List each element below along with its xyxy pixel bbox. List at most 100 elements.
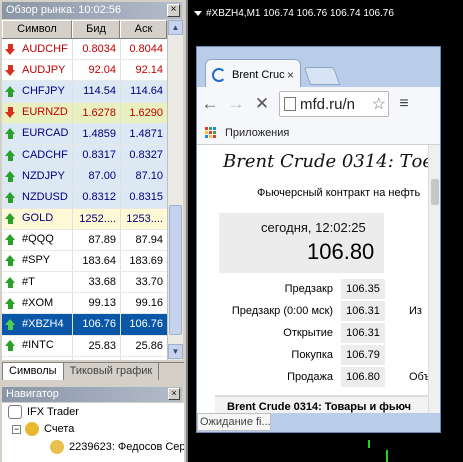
bid-cell: 25.83 [72, 335, 120, 356]
symbol-cell: NZDUSD [2, 187, 72, 207]
bookmarks-bar: Приложения [197, 121, 440, 145]
bid-cell: 92.04 [72, 60, 120, 81]
ask-cell: 183.69 [120, 250, 167, 272]
tree-item-ifx-trader[interactable]: IFX Trader [8, 403, 79, 421]
ask-cell: 1.6290 [120, 102, 167, 123]
stat-label: Предзакр [284, 283, 333, 295]
symbol-name: NZDUSD [22, 190, 68, 203]
table-row[interactable]: AUDJPY 92.04 92.14 [2, 60, 167, 82]
symbol-name: EURCAD [22, 127, 69, 140]
table-row[interactable]: AUDCHF 0.8034 0.8044 [2, 39, 167, 61]
column-header-ask[interactable]: Аск [120, 20, 167, 38]
bid-cell: 36.35 [72, 356, 120, 360]
account-icon [50, 440, 64, 454]
navigator-title-bar[interactable]: Навигатор × [2, 387, 182, 402]
stat-row: Открытие 106.31 [197, 323, 437, 343]
tab-title: Brent Cruc [232, 68, 285, 81]
table-row[interactable]: #MSFT 36.3536.37 [2, 356, 167, 360]
table-row[interactable]: NZDUSD 0.8312 0.8315 [2, 187, 167, 209]
table-row[interactable]: CADCHF 0.8317 0.8327 [2, 144, 167, 167]
table-row[interactable]: #T 33.68 33.70 [2, 272, 167, 294]
table-row[interactable]: #INTC 25.83 25.86 [2, 335, 167, 357]
url-text[interactable]: mfd.ru/n [300, 96, 372, 113]
table-row[interactable]: NZDJPY 87.00 87.10 [2, 166, 167, 188]
ask-cell: 106.76 [120, 314, 167, 335]
address-bar[interactable]: mfd.ru/n ☆ [279, 91, 389, 117]
bid-cell: 0.8034 [72, 39, 120, 60]
table-row[interactable]: GOLD 1252.... 1253.... [2, 208, 167, 230]
arrow-up-icon [5, 191, 16, 203]
scroll-up-icon[interactable]: ▲ [168, 20, 183, 35]
close-icon[interactable]: × [167, 4, 180, 17]
accounts-icon [25, 422, 39, 436]
column-header-bid[interactable]: Бид [72, 20, 120, 38]
table-row[interactable]: #SPY 183.64 183.69 [2, 250, 167, 273]
symbol-cell: NZDJPY [2, 166, 72, 186]
browser-window[interactable]: Brent Cruc × ← → ✕ mfd.ru/n ☆ ≡ Приложен… [196, 46, 441, 433]
market-watch-panel: Обзор рынка: 10:02:56 × Символ Бид Аск A… [0, 0, 186, 385]
table-row[interactable]: EURNZD 1.6278 1.6290 [2, 102, 167, 124]
symbol-cell: CHFJPY [2, 81, 72, 101]
tree-item-account[interactable]: 2239623: Федосов Сер [50, 438, 184, 456]
close-icon[interactable]: × [168, 388, 180, 400]
stat-label: Продажа [287, 371, 333, 383]
market-watch-scrollbar[interactable]: ▲ ▼ [167, 20, 183, 360]
ask-cell: 1.4871 [120, 123, 167, 144]
navigator-title: Навигатор [6, 388, 59, 400]
apps-link[interactable]: Приложения [225, 127, 289, 139]
page-scrollbar[interactable] [428, 145, 440, 413]
symbol-name: #MSFT [22, 356, 58, 360]
bid-cell: 1.6278 [72, 102, 120, 123]
stat-value: 106.79 [341, 345, 385, 365]
table-row[interactable]: EURCAD 1.4859 1.4871 [2, 123, 167, 145]
ask-cell: 1253.... [120, 208, 167, 229]
symbol-name: CADCHF [22, 148, 68, 161]
browser-tab-strip: Brent Cruc × [197, 47, 440, 89]
column-header-symbol[interactable]: Символ [2, 20, 72, 38]
arrow-up-icon [5, 128, 16, 140]
chart-candle [368, 440, 370, 448]
menu-hamburger-icon[interactable]: ≡ [393, 96, 415, 112]
apps-grid-icon[interactable] [205, 126, 217, 139]
ask-cell: 0.8044 [120, 39, 167, 60]
navigator-tree: IFX Trader − Счета 2239623: Федосов Сер [2, 403, 184, 462]
symbol-name: #QQQ [22, 233, 54, 246]
ask-cell: 92.14 [120, 60, 167, 81]
collapse-icon[interactable]: − [12, 424, 21, 434]
close-tab-icon[interactable]: × [287, 68, 294, 82]
arrow-up-icon [5, 297, 16, 309]
arrow-down-icon [5, 43, 16, 55]
symbol-name: #XOM [22, 296, 54, 309]
arrow-down-icon [5, 107, 16, 119]
stat-value: 106.80 [341, 367, 385, 387]
symbol-cell: #SPY [2, 251, 72, 271]
new-tab-button[interactable] [303, 67, 341, 85]
tree-item-label: Счета [44, 423, 75, 435]
symbol-cell: #INTC [2, 336, 72, 356]
market-watch-title-bar[interactable]: Обзор рынка: 10:02:56 × [2, 2, 182, 19]
arrow-up-icon [5, 170, 16, 182]
arrow-up-icon [5, 149, 16, 161]
tab-symbols[interactable]: Символы [2, 363, 64, 380]
scrollbar-thumb[interactable] [431, 179, 439, 205]
table-row[interactable]: CHFJPY 114.54 114.64 [2, 81, 167, 103]
table-row[interactable]: #QQQ 87.89 87.94 [2, 229, 167, 251]
stop-loading-icon[interactable]: ✕ [249, 91, 275, 117]
back-arrow-icon[interactable]: ← [197, 91, 223, 117]
ask-cell: 25.86 [120, 335, 167, 356]
tree-item-accounts[interactable]: − Счета [12, 420, 74, 438]
market-watch-title: Обзор рынка: 10:02:56 [6, 4, 122, 16]
table-row[interactable]: #XBZH4 106.76 106.76 [2, 314, 167, 336]
symbol-cell: GOLD [2, 209, 72, 229]
table-row[interactable]: #XOM 99.13 99.16 [2, 293, 167, 315]
bid-cell: 1.4859 [72, 123, 120, 144]
browser-tab[interactable]: Brent Cruc × [205, 59, 301, 89]
forward-arrow-icon[interactable]: → [223, 91, 249, 117]
scroll-down-icon[interactable]: ▼ [168, 344, 183, 359]
scrollbar-thumb[interactable] [169, 205, 182, 335]
news-header[interactable]: Brent Crude 0314: Товары и фьюч [215, 395, 440, 413]
status-bubble: Ожидание fi... [197, 413, 271, 431]
tab-tick-chart[interactable]: Тиковый график [64, 363, 160, 380]
symbol-cell: #QQQ [2, 230, 72, 250]
bookmark-star-icon[interactable]: ☆ [372, 94, 386, 114]
